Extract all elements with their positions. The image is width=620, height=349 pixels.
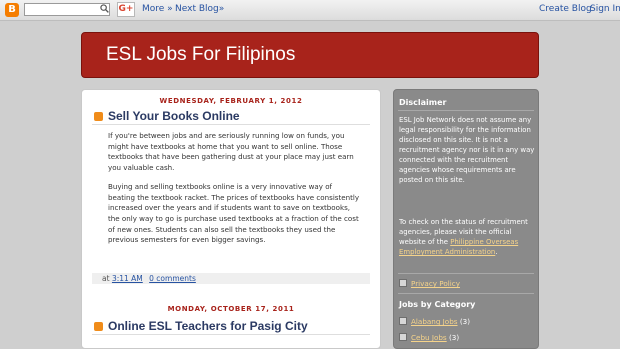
search-icon[interactable] <box>100 4 109 13</box>
blogger-logo-icon[interactable]: B <box>5 3 19 17</box>
disclaimer-text: ESL Job Network does not assume any lega… <box>399 116 535 184</box>
post-footer-at: at <box>102 274 110 283</box>
privacy-policy-item: Privacy Policy <box>399 279 460 288</box>
privacy-policy-link[interactable]: Privacy Policy <box>411 279 460 288</box>
blog-header: ESL Jobs For Filipinos <box>81 32 539 78</box>
category-item: Alabang Jobs (3) <box>399 317 470 326</box>
date-header: MONDAY, OCTOBER 17, 2011 <box>167 305 295 313</box>
post-timestamp-link[interactable]: 3:11 AM <box>112 274 143 283</box>
category-item: Cebu Jobs (3) <box>399 333 459 342</box>
category-link[interactable]: Cebu Jobs <box>411 333 447 342</box>
post-title-bar: Sell Your Books Online <box>92 108 370 125</box>
post-title-link[interactable]: Sell Your Books Online <box>108 109 240 123</box>
jobs-by-category-heading: Jobs by Category <box>399 300 476 309</box>
sidebar-divider <box>398 273 534 274</box>
list-bullet-icon <box>399 317 407 325</box>
post-comments-link[interactable]: 0 comments <box>149 274 196 283</box>
post-footer: at 3:11 AM 0 comments <box>92 273 370 284</box>
post-title-link[interactable]: Online ESL Teachers for Pasig City <box>108 319 308 333</box>
post-title-bar: Online ESL Teachers for Pasig City <box>92 318 370 335</box>
sign-in-link[interactable]: Sign In <box>590 3 620 16</box>
date-header: WEDNESDAY, FEBRUARY 1, 2012 <box>159 97 303 105</box>
post-paragraph: If you're between jobs and are seriously… <box>108 131 354 173</box>
disclaimer-heading: Disclaimer <box>399 98 447 107</box>
more-menu-button[interactable]: More » <box>142 3 173 16</box>
sidebar-divider <box>398 293 534 294</box>
blogger-navbar: B G+ More » Next Blog» Create Blog Sign … <box>0 0 620 21</box>
next-blog-link[interactable]: Next Blog» <box>175 3 224 16</box>
category-count: (3) <box>459 317 470 326</box>
arrow-bullet-icon <box>94 112 103 121</box>
sidebar-divider <box>398 110 534 111</box>
main-column: WEDNESDAY, FEBRUARY 1, 2012 Sell Your Bo… <box>81 89 381 349</box>
list-bullet-icon <box>399 333 407 341</box>
list-bullet-icon <box>399 279 407 287</box>
blog-title[interactable]: ESL Jobs For Filipinos <box>106 44 295 66</box>
create-blog-link[interactable]: Create Blog <box>539 3 592 16</box>
sidebar: Disclaimer ESL Job Network does not assu… <box>393 89 539 349</box>
category-link[interactable]: Alabang Jobs <box>411 317 458 326</box>
post-paragraph: Buying and selling textbooks online is a… <box>108 181 360 245</box>
search-input[interactable] <box>24 3 110 16</box>
google-plus-button[interactable]: G+ <box>117 2 135 17</box>
post-body: If you're between jobs and are seriously… <box>108 131 360 254</box>
disclaimer-check-text: To check on the status of recruitment ag… <box>399 218 528 256</box>
arrow-bullet-icon <box>94 322 103 331</box>
category-count: (3) <box>448 333 460 342</box>
